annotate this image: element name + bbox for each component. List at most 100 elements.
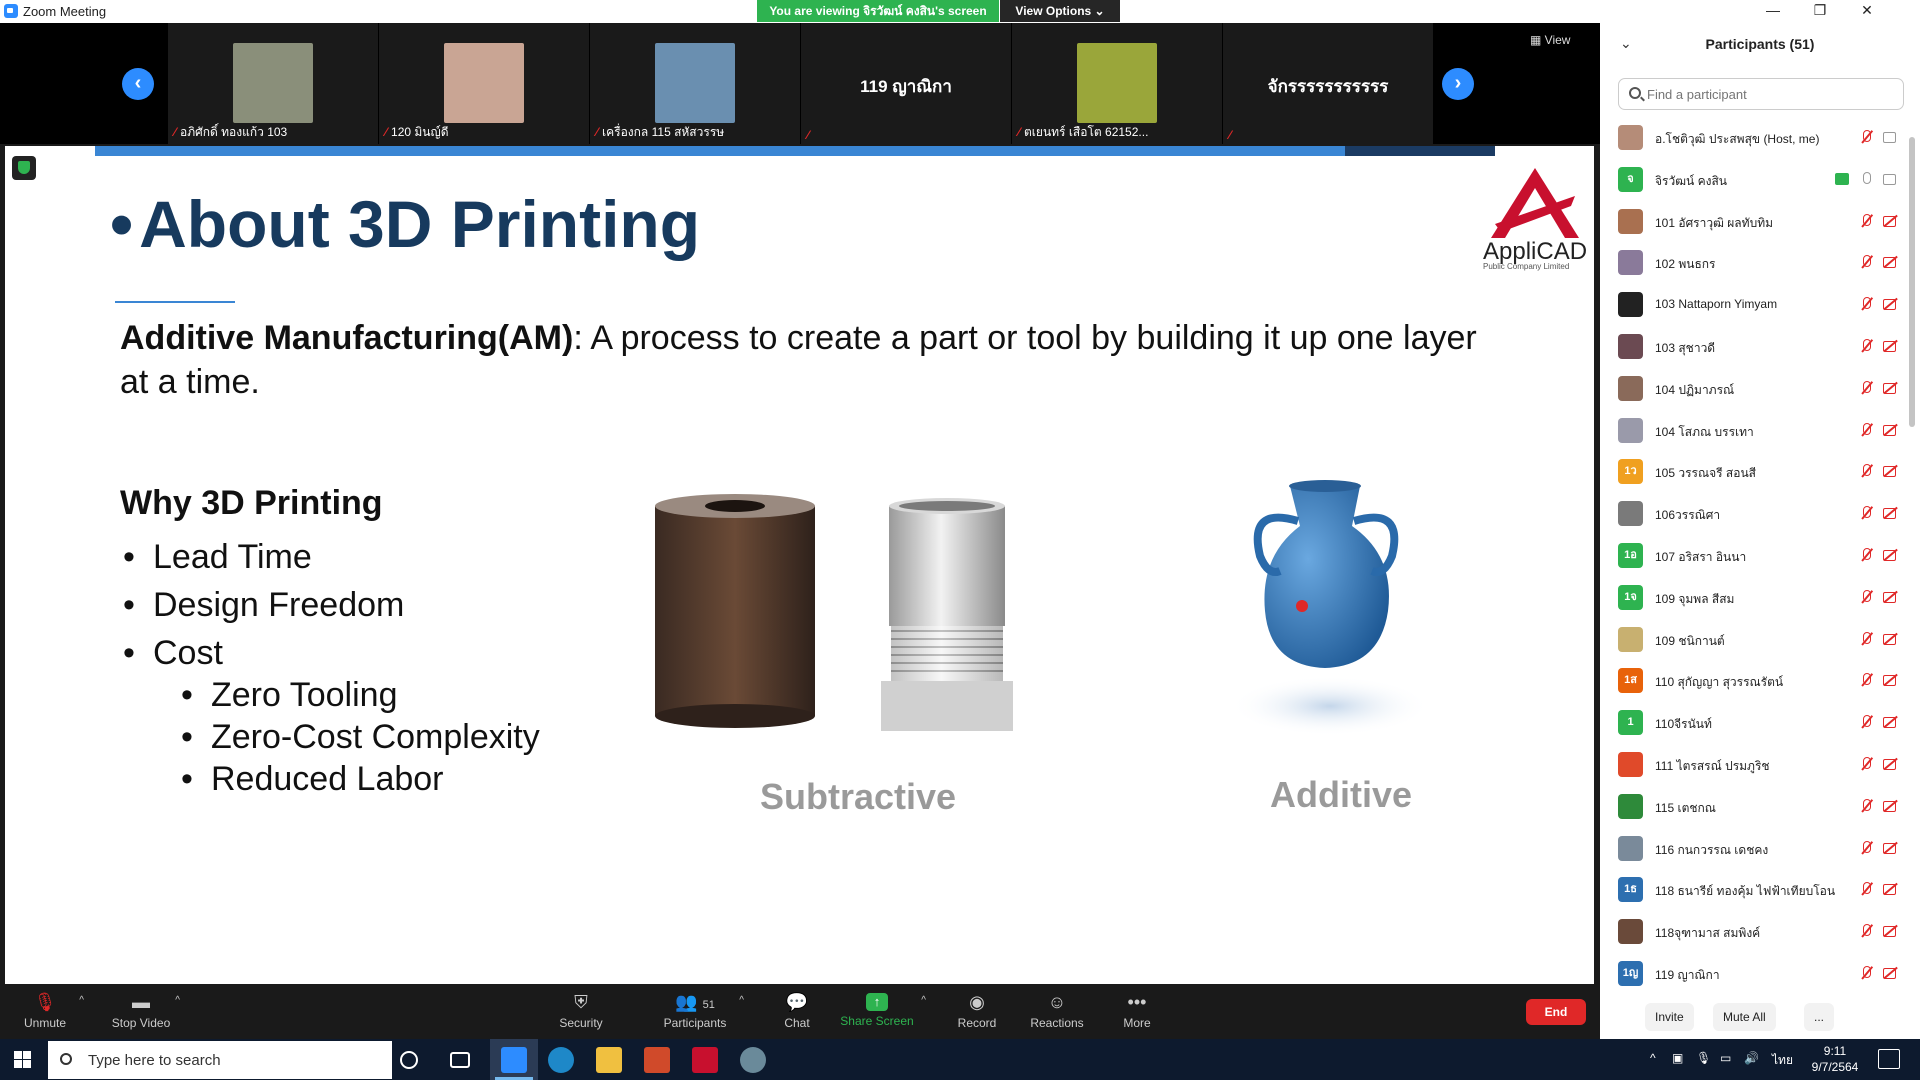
caret-up-icon[interactable]: ^ <box>739 995 744 1006</box>
participant-list-scrollbar[interactable] <box>1908 117 1916 997</box>
mic-muted-icon[interactable] <box>1858 840 1874 856</box>
mic-muted-icon[interactable] <box>1858 798 1874 814</box>
mic-muted-icon[interactable] <box>1858 463 1874 479</box>
share-screen-button[interactable]: ↑ Share Screen ^ <box>822 991 932 1037</box>
video-tile[interactable]: ⁄ 120 มินญ์ดี <box>379 23 589 144</box>
participant-row[interactable]: จ จิรวัฒน์ คงสิน <box>1600 159 1906 200</box>
participant-row[interactable]: 1ว 105 วรรณจรี สอนสี <box>1600 451 1906 492</box>
mic-on-icon[interactable] <box>1858 171 1874 187</box>
restore-button[interactable]: ❐ <box>1797 0 1843 22</box>
previous-page-arrow[interactable]: ‹ <box>122 68 154 100</box>
security-button[interactable]: ⛨ Security <box>536 991 626 1037</box>
paint-icon[interactable] <box>740 1047 766 1073</box>
video-off-icon[interactable] <box>1882 463 1898 479</box>
video-off-icon[interactable] <box>1882 547 1898 563</box>
video-off-icon[interactable] <box>1882 631 1898 647</box>
participant-row[interactable]: 111 ไตรสรณ์ ปรมภูริช <box>1600 744 1906 785</box>
cortana-icon[interactable] <box>400 1051 418 1069</box>
participant-search-input[interactable] <box>1647 83 1887 105</box>
video-tile[interactable]: จักรรรรรรรรรรร ⁄ <box>1223 23 1433 144</box>
view-options-button[interactable]: View Options ⌄ <box>1000 0 1120 22</box>
reactions-button[interactable]: ☺ Reactions <box>1012 991 1102 1037</box>
mic-muted-icon[interactable] <box>1858 631 1874 647</box>
caret-up-icon[interactable]: ^ <box>175 995 180 1006</box>
mic-muted-icon[interactable] <box>1858 380 1874 396</box>
mic-muted-icon[interactable] <box>1858 296 1874 312</box>
microphone-icon[interactable]: 🎙 <box>1696 1051 1711 1065</box>
network-icon[interactable]: ▣ <box>1672 1051 1683 1065</box>
participant-row[interactable]: 102 พนธกร <box>1600 242 1906 283</box>
edge-browser-icon[interactable] <box>548 1047 574 1073</box>
mic-muted-icon[interactable] <box>1858 547 1874 563</box>
mic-muted-icon[interactable] <box>1858 505 1874 521</box>
powerpoint-icon[interactable] <box>644 1047 670 1073</box>
view-layout-button[interactable]: ▦ View <box>1530 33 1570 47</box>
participant-row[interactable]: 103 Nattaporn Yimyam <box>1600 284 1906 325</box>
participant-row[interactable]: 104 โสภณ บรรเทา <box>1600 410 1906 451</box>
video-off-icon[interactable] <box>1882 422 1898 438</box>
mic-muted-icon[interactable] <box>1858 672 1874 688</box>
minimize-button[interactable]: — <box>1750 0 1796 22</box>
participant-row[interactable]: 103 สุชาวดี <box>1600 326 1906 367</box>
participant-row[interactable]: 1ญ 119 ญาณิกา <box>1600 953 1906 994</box>
chevron-up-icon[interactable]: ^ <box>1650 1051 1656 1065</box>
video-off-icon[interactable] <box>1882 965 1898 981</box>
encryption-shield-icon[interactable] <box>12 156 36 180</box>
video-off-icon[interactable] <box>1882 296 1898 312</box>
file-explorer-icon[interactable] <box>596 1047 622 1073</box>
participant-row[interactable]: 1อ 107 อริสรา อินนา <box>1600 535 1906 576</box>
end-meeting-button[interactable]: End <box>1526 999 1586 1025</box>
participants-button[interactable]: 👥 51 Participants ^ <box>640 991 750 1037</box>
mic-muted-icon[interactable] <box>1858 422 1874 438</box>
taskbar-search[interactable]: Type here to search <box>48 1041 392 1079</box>
mic-muted-icon[interactable] <box>1858 714 1874 730</box>
video-off-icon[interactable] <box>1882 714 1898 730</box>
mic-muted-icon[interactable] <box>1858 254 1874 270</box>
video-tile[interactable]: ⁄ อภิศักดิ์ ทองแก้ว 103 <box>168 23 378 144</box>
windows-start-icon[interactable] <box>14 1051 32 1069</box>
participant-row[interactable]: 109 ชนิกานต์ <box>1600 619 1906 660</box>
volume-icon[interactable]: 🔊 <box>1744 1051 1759 1065</box>
video-tile[interactable]: 119 ญาณิกา ⁄ <box>801 23 1011 144</box>
record-button[interactable]: ◉ Record <box>932 991 1022 1037</box>
video-off-icon[interactable] <box>1882 380 1898 396</box>
mic-muted-icon[interactable] <box>1858 965 1874 981</box>
video-off-icon[interactable] <box>1882 672 1898 688</box>
mic-muted-icon[interactable] <box>1858 589 1874 605</box>
video-off-icon[interactable] <box>1882 505 1898 521</box>
mic-muted-icon[interactable] <box>1858 923 1874 939</box>
more-options-button[interactable]: ... <box>1804 1003 1835 1031</box>
video-off-icon[interactable] <box>1882 798 1898 814</box>
video-off-icon[interactable] <box>1882 923 1898 939</box>
participant-row[interactable]: 118จุฑามาส สมพิงค์ <box>1600 911 1906 952</box>
close-window-button[interactable]: ✕ <box>1844 0 1890 22</box>
video-tile[interactable]: ⁄ เครื่องกล 115 สหัสวรรษ <box>590 23 800 144</box>
solidworks-icon[interactable] <box>692 1047 718 1073</box>
more-button[interactable]: ••• More <box>1092 991 1182 1037</box>
zoom-taskbar-icon[interactable] <box>501 1047 527 1073</box>
participant-row[interactable]: อ.โชติวุฒิ ประสพสุข (Host, me) <box>1600 117 1906 158</box>
mute-all-button[interactable]: Mute All <box>1713 1003 1776 1031</box>
video-off-icon[interactable] <box>1882 213 1898 229</box>
participant-row[interactable]: 116 กนกวรรณ เดชคง <box>1600 828 1906 869</box>
task-view-icon[interactable] <box>450 1052 470 1068</box>
video-off-icon[interactable] <box>1882 338 1898 354</box>
video-on-icon[interactable] <box>1882 171 1898 187</box>
video-off-icon[interactable] <box>1882 756 1898 772</box>
invite-button[interactable]: Invite <box>1645 1003 1694 1031</box>
participant-search[interactable] <box>1618 78 1904 110</box>
participant-row[interactable]: 101 อัศราวุฒิ ผลทับทิม <box>1600 201 1906 242</box>
notification-icon[interactable] <box>1878 1049 1900 1069</box>
caret-up-icon[interactable]: ^ <box>79 995 84 1006</box>
unmute-button[interactable]: 🎙 Unmute ^ <box>0 991 90 1037</box>
video-tile[interactable]: ⁄ ตเยนทร์ เสือโต 62152... <box>1012 23 1222 144</box>
video-off-icon[interactable] <box>1882 840 1898 856</box>
next-page-arrow[interactable]: › <box>1442 68 1474 100</box>
language-indicator[interactable]: ไทย <box>1772 1051 1793 1070</box>
participant-row[interactable]: 1ธ 118 ธนารีย์ ทองคุ้ม ไฟฟ้าเทียบโอน <box>1600 869 1906 910</box>
participant-row[interactable]: 1 110จีรนันท์ <box>1600 702 1906 743</box>
video-off-icon[interactable] <box>1882 589 1898 605</box>
video-on-icon[interactable] <box>1882 129 1898 145</box>
participant-row[interactable]: 115 เตชกณ <box>1600 786 1906 827</box>
participant-row[interactable]: 1ส 110 สุกัญญา สุวรรณรัตน์ <box>1600 660 1906 701</box>
